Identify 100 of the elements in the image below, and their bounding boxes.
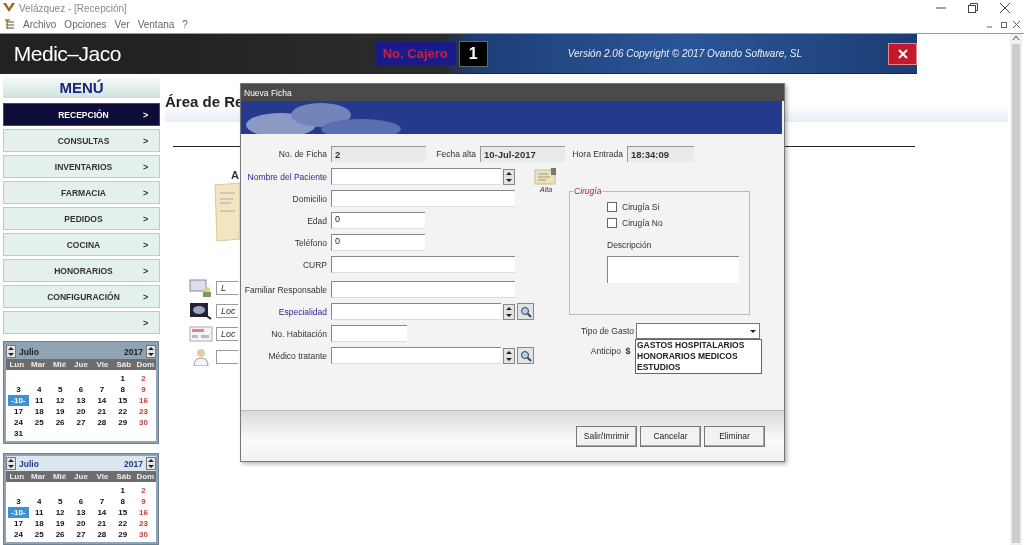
calendar-day[interactable]: 3 (8, 384, 29, 395)
input-field[interactable]: 0 (331, 212, 425, 229)
calendar-day[interactable]: 21 (91, 518, 113, 529)
calendar-day[interactable]: 19 (49, 406, 71, 417)
calendar-day[interactable]: 5 (49, 496, 71, 507)
calendar-day[interactable]: 16 (133, 395, 154, 406)
input-field[interactable]: L (216, 281, 238, 295)
calendar-day[interactable]: 1 (112, 373, 134, 384)
calendar-day[interactable]: 13 (70, 395, 92, 406)
dialog-button[interactable]: Cancelar (640, 425, 701, 447)
calendar-day[interactable]: 20 (70, 518, 92, 529)
input-field[interactable]: 0 (331, 234, 425, 251)
restore-icon[interactable] (1000, 21, 1007, 28)
calendar-day[interactable]: 31 (8, 428, 29, 439)
calendar-day[interactable]: 28 (91, 417, 113, 428)
calendar-day[interactable]: 20 (70, 406, 92, 417)
calendar-day[interactable]: 2 (133, 373, 154, 384)
calendar-day[interactable]: 18 (28, 518, 50, 529)
calendar-day[interactable]: 14 (91, 507, 113, 518)
calendar-day[interactable]: 18 (28, 406, 50, 417)
menu-item[interactable]: HONORARIOS > (3, 259, 160, 282)
menu-item[interactable]: CONFIGURACIÓN > (3, 285, 160, 308)
spin-button[interactable] (503, 168, 515, 185)
menu-item[interactable]: > (3, 311, 160, 334)
calendar-day[interactable]: 5 (49, 384, 71, 395)
calendar-day[interactable]: 17 (8, 518, 29, 529)
dropdown-option[interactable]: HONORARIOS MEDICOS (636, 351, 761, 362)
calendar-day[interactable]: 21 (91, 406, 113, 417)
calendar-day[interactable]: 19 (49, 518, 71, 529)
menu-item[interactable]: Ver (114, 19, 130, 30)
calendar-day[interactable]: 12 (49, 395, 71, 406)
calendar-day[interactable]: 8 (112, 496, 134, 507)
menu-item[interactable]: INVENTARIOS > (3, 155, 160, 178)
spin-button[interactable] (146, 457, 156, 470)
input-field[interactable] (331, 325, 407, 342)
menu-item[interactable]: COCINA > (3, 233, 160, 256)
dropdown-option[interactable]: GASTOS HOSPITALARIOS (636, 340, 761, 351)
calendar-day[interactable]: 1 (112, 485, 134, 496)
menu-item[interactable]: FARMACIA > (3, 181, 160, 204)
calendar-day[interactable]: 9 (133, 496, 154, 507)
calendar-day[interactable]: 22 (112, 518, 134, 529)
calendar-day[interactable]: 6 (70, 384, 92, 395)
calendar-day[interactable]: 26 (49, 529, 71, 540)
calendar-day[interactable]: 29 (112, 529, 134, 540)
calendar-day[interactable]: 7 (91, 496, 113, 507)
calendar-day[interactable]: 7 (91, 384, 113, 395)
spin-button[interactable] (146, 345, 156, 358)
dialog-button[interactable]: Eliminar (704, 425, 765, 447)
close-icon[interactable] (1013, 21, 1020, 28)
calendar-day[interactable]: 22 (112, 406, 134, 417)
calendar-day[interactable]: 11 (28, 507, 50, 518)
calendar-day[interactable]: 27 (70, 417, 92, 428)
menu-item[interactable]: PEDIDOS > (3, 207, 160, 230)
calendar-day[interactable]: 17 (8, 406, 29, 417)
calendar-day[interactable]: 25 (28, 417, 50, 428)
menu-item[interactable]: Opciones (64, 19, 107, 30)
input-field[interactable]: Loc (216, 327, 238, 341)
calendar-day[interactable]: 8 (112, 384, 134, 395)
calendar-day[interactable]: 28 (91, 529, 113, 540)
menu-item[interactable]: Archivo (23, 19, 57, 30)
input-field[interactable] (331, 168, 501, 185)
new-record-icon[interactable] (534, 168, 558, 186)
menu-item[interactable]: RECEPCIÓN > (3, 103, 160, 126)
input-field[interactable] (331, 190, 515, 207)
calendar-day[interactable]: 13 (70, 507, 92, 518)
spin-button[interactable] (503, 303, 515, 320)
calendar-day[interactable]: 23 (133, 406, 154, 417)
search-button[interactable] (517, 347, 534, 364)
calendar-day[interactable]: 2 (133, 485, 154, 496)
spin-button[interactable] (6, 345, 16, 358)
calendar-day[interactable]: 30 (133, 529, 154, 540)
checkbox[interactable]: Cirugía Si (607, 202, 749, 212)
calendar-day[interactable]: 15 (112, 507, 134, 518)
menu-item[interactable]: Ventana (137, 19, 175, 30)
dropdown[interactable] (636, 323, 760, 339)
restore-icon[interactable] (968, 3, 978, 13)
spin-button[interactable] (6, 457, 16, 470)
search-button[interactable] (517, 303, 534, 320)
scroll-up-icon[interactable] (1012, 34, 1020, 42)
text-area[interactable] (607, 256, 739, 283)
calendar-day[interactable]: 12 (49, 507, 71, 518)
input-field[interactable] (216, 350, 238, 364)
menu-item[interactable]: CONSULTAS > (3, 129, 160, 152)
calendar-day[interactable]: 26 (49, 417, 71, 428)
calendar-day[interactable]: 3 (8, 496, 29, 507)
input-field[interactable] (331, 347, 501, 364)
menu-item[interactable]: ? (182, 19, 188, 30)
checkbox[interactable]: Cirugía No (607, 218, 749, 228)
input-field[interactable] (331, 256, 515, 273)
calendar-day[interactable]: 29 (112, 417, 134, 428)
calendar-day[interactable]: 14 (91, 395, 113, 406)
calendar-day[interactable]: 9 (133, 384, 154, 395)
close-button[interactable] (888, 42, 917, 65)
dropdown-option[interactable]: ESTUDIOS (636, 362, 761, 373)
calendar-day[interactable]: 27 (70, 529, 92, 540)
calendar-day[interactable]: 16 (133, 507, 154, 518)
calendar-day[interactable]: 25 (28, 529, 50, 540)
calendar-day[interactable]: 15 (112, 395, 134, 406)
input-field[interactable]: Loc (216, 304, 238, 318)
calendar-day[interactable]: 11 (28, 395, 50, 406)
